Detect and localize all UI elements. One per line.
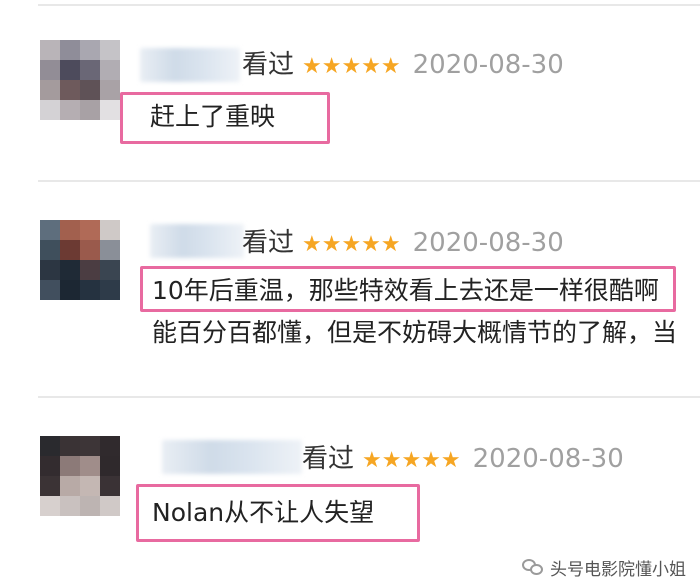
rating-stars-icon: ★★★★★ (302, 232, 401, 257)
review-date: 2020-08-30 (472, 444, 624, 474)
comment-text-line1: 10年后重温，那些特效看上去还是一样很酷啊 (152, 276, 659, 305)
username-blurred[interactable] (162, 440, 302, 474)
review-date: 2020-08-30 (412, 50, 564, 80)
watermark: 头号电影院懂小姐 (522, 555, 686, 580)
avatar[interactable] (40, 220, 120, 300)
review-meta: 看过 ★★★★★ 2020-08-30 (242, 48, 564, 84)
review-date: 2020-08-30 (412, 228, 564, 258)
watermark-text: 头号电影院懂小姐 (550, 560, 686, 580)
username-blurred[interactable] (150, 224, 244, 258)
review-meta: 看过 ★★★★★ 2020-08-30 (302, 442, 624, 478)
divider (38, 396, 700, 398)
divider (38, 4, 700, 6)
rating-stars-icon: ★★★★★ (362, 448, 461, 473)
watched-status: 看过 (242, 50, 295, 80)
avatar[interactable] (40, 40, 120, 120)
comment-list: 看过 ★★★★★ 2020-08-30 赶上了重映 看过 ★★★★★ 2020-08-3… (0, 0, 700, 588)
wechat-icon (522, 558, 544, 577)
divider (38, 180, 700, 182)
watched-status: 看过 (302, 444, 355, 474)
username-blurred[interactable] (140, 48, 240, 82)
watched-status: 看过 (242, 228, 295, 258)
rating-stars-icon: ★★★★★ (302, 54, 401, 79)
comment-text-line2: 能百分百都懂，但是不妨碍大概情节的了解，当 (152, 318, 678, 347)
comment-text: 赶上了重映 (150, 102, 276, 131)
avatar[interactable] (40, 436, 120, 516)
review-meta: 看过 ★★★★★ 2020-08-30 (242, 226, 564, 262)
comment-text: Nolan从不让人失望 (152, 498, 375, 527)
